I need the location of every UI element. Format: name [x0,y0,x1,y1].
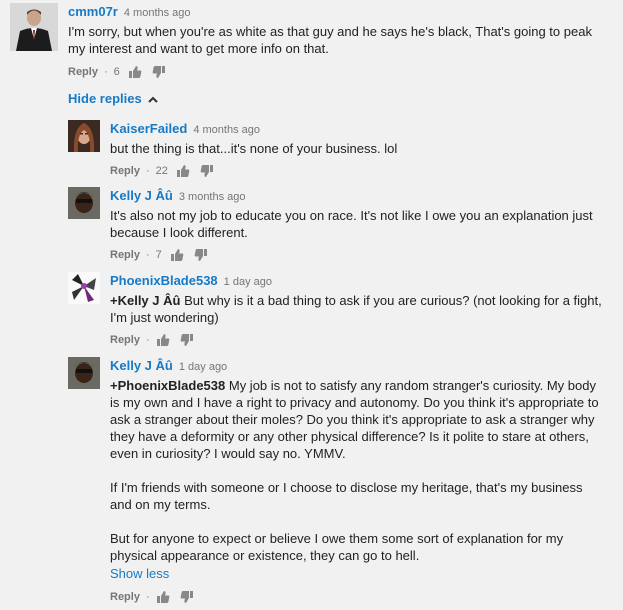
show-less-link[interactable]: Show less [110,566,169,581]
comment-actions: Reply · 6 [68,63,598,81]
like-count: 22 [155,165,168,177]
comment-header: PhoenixBlade538 1 day ago [110,272,605,290]
separator-dot: · [145,334,150,346]
comment-author[interactable]: cmm07r [68,4,118,19]
thumbs-down-icon[interactable] [180,590,194,604]
comment-time[interactable]: 1 day ago [224,276,272,288]
comment-text-content: But why is it a bad thing to ask if you … [110,293,602,325]
comment-paragraph: If I'm friends with someone or I choose … [110,480,583,512]
comment-actions: Reply · 7 [110,246,605,264]
avatar[interactable] [68,357,100,389]
thumbs-up-icon[interactable] [156,333,170,347]
thumbs-up-icon[interactable] [128,65,142,79]
comment-header: cmm07r 4 months ago [68,3,598,21]
reply-button[interactable]: Reply [110,334,140,346]
comment-time[interactable]: 4 months ago [124,7,191,19]
thumbs-down-icon[interactable] [194,248,208,262]
comment-text: +PhoenixBlade538 My job is not to satisf… [110,377,600,564]
reply-button[interactable]: Reply [110,165,140,177]
comment-paragraph: +PhoenixBlade538 My job is not to satisf… [110,377,600,462]
avatar[interactable] [68,187,100,219]
reply-button[interactable]: Reply [110,591,140,603]
mention-link[interactable]: +Kelly J Âû [110,293,180,308]
thumbs-up-icon[interactable] [170,248,184,262]
comment-author[interactable]: PhoenixBlade538 [110,273,218,288]
comment-author[interactable]: Kelly J Âû [110,358,173,373]
like-count: 7 [155,249,162,261]
comment-actions: Reply · [110,331,605,349]
separator-dot: · [145,249,150,261]
comment-header: Kelly J Âû 3 months ago [110,187,605,205]
avatar[interactable] [68,120,100,152]
comment-time[interactable]: 1 day ago [179,361,227,373]
reply-button[interactable]: Reply [68,66,98,78]
comment-paragraph: But for anyone to expect or believe I ow… [110,531,564,563]
comment-header: Kelly J Âû 1 day ago [110,357,600,375]
thumbs-up-icon[interactable] [156,590,170,604]
separator-dot: · [145,165,150,177]
chevron-up-icon [147,91,158,106]
comment-actions: Reply · [110,588,600,606]
separator-dot: · [145,591,150,603]
hide-replies-button[interactable]: Hide replies [68,91,158,106]
avatar[interactable] [68,272,100,304]
thumbs-down-icon[interactable] [180,333,194,347]
reply-button[interactable]: Reply [110,249,140,261]
comment-author[interactable]: Kelly J Âû [110,188,173,203]
like-count: 6 [113,66,120,78]
thumbs-down-icon[interactable] [200,164,214,178]
comment-text: I'm sorry, but when you're as white as t… [68,24,592,56]
avatar[interactable] [10,3,58,51]
comment-actions: Reply · 22 [110,162,600,180]
thumbs-up-icon[interactable] [176,164,190,178]
comment-time[interactable]: 4 months ago [193,124,260,136]
mention-link[interactable]: +PhoenixBlade538 [110,378,225,393]
comment-text: +Kelly J Âû But why is it a bad thing to… [110,292,605,326]
comment-text: but the thing is that...it's none of you… [110,141,398,156]
comment-text: It's also not my job to educate you on r… [110,208,593,240]
separator-dot: · [103,66,108,78]
hide-replies-label: Hide replies [68,91,142,106]
comment-header: KaiserFailed 4 months ago [110,120,600,138]
comment-time[interactable]: 3 months ago [179,191,246,203]
thumbs-down-icon[interactable] [152,65,166,79]
comment-author[interactable]: KaiserFailed [110,121,187,136]
